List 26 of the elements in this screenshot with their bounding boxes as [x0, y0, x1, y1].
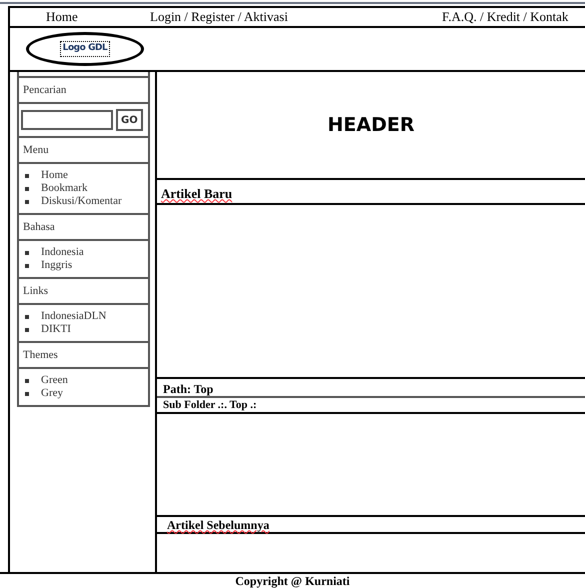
bullet-icon	[25, 328, 29, 332]
nav-link[interactable]: Login / Register / Aktivasi	[150, 9, 288, 24]
search-field[interactable]	[21, 110, 113, 130]
go-button[interactable]: GO	[116, 109, 143, 131]
logo-label: Logo GDL	[60, 41, 110, 57]
section-heading: Artikel Sebelumnya	[167, 516, 270, 534]
nav-link[interactable]: F.A.Q. / Kredit / Kontak	[442, 9, 568, 24]
bullet-icon	[25, 392, 29, 396]
sidebar-heading: Themes	[23, 348, 58, 363]
bullet-icon	[25, 186, 29, 190]
section-heading: Artikel Baru	[161, 184, 232, 202]
sidebar-heading: Bahasa	[23, 220, 55, 235]
footer-text: Copyright @ Kurniati	[235, 573, 350, 588]
sub-folder-label: Sub Folder .:. Top .:	[163, 398, 257, 413]
bullet-icon	[25, 174, 29, 178]
sidebar-heading: Pencarian	[23, 82, 66, 98]
bullet-icon	[25, 250, 29, 254]
bullet-icon	[25, 314, 29, 318]
path-label: Path: Top	[163, 380, 214, 398]
header-banner: HEADER	[157, 72, 585, 180]
sidebar-heading: Menu	[23, 142, 49, 158]
bullet-icon	[25, 264, 29, 268]
bullet-icon	[25, 200, 29, 204]
bullet-icon	[25, 378, 29, 382]
nav-link[interactable]: Home	[46, 9, 78, 24]
sidebar-heading: Links	[23, 284, 48, 299]
